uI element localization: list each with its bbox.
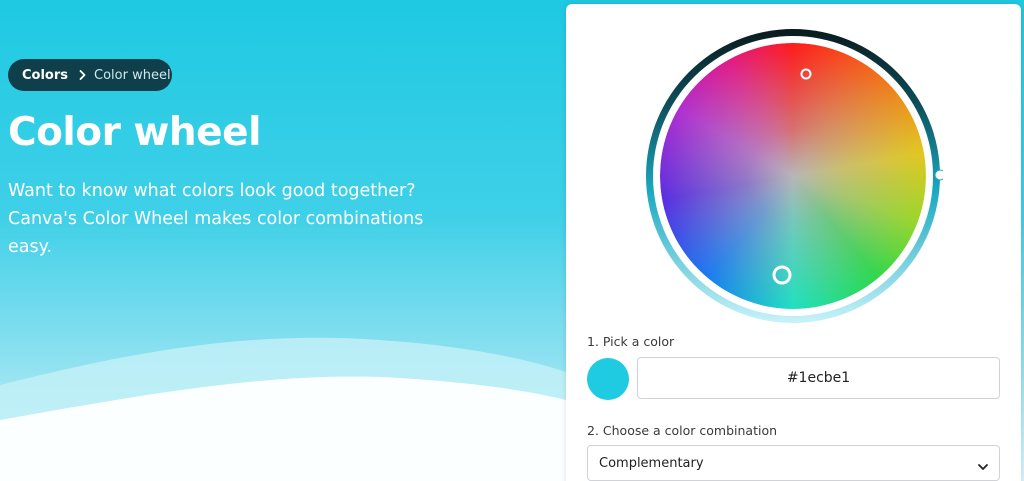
hue-wheel[interactable] <box>660 43 926 309</box>
chevron-right-icon <box>79 70 86 80</box>
page-title: Color wheel <box>8 110 261 155</box>
description-line: Want to know what colors look good toget… <box>8 181 416 201</box>
chevron-down-icon <box>977 458 989 470</box>
page-description: Want to know what colors look good toget… <box>8 177 448 261</box>
brightness-handle[interactable] <box>934 169 943 181</box>
description-line: Canva's Color Wheel makes color combinat… <box>8 209 424 229</box>
breadcrumb-current: Color wheel <box>94 67 171 83</box>
description-line: easy. <box>8 237 53 257</box>
step1-label: 1. Pick a color <box>587 334 675 349</box>
step2-label: 2. Choose a color combination <box>587 423 778 438</box>
breadcrumb-link-colors[interactable]: Colors <box>22 68 68 83</box>
color-wheel[interactable] <box>643 26 943 326</box>
color-swatch[interactable] <box>587 358 629 400</box>
combination-selected-value: Complementary <box>599 455 704 471</box>
hex-color-input[interactable] <box>637 357 1000 399</box>
combination-select[interactable]: Complementary <box>587 445 1000 481</box>
breadcrumb: Colors Color wheel <box>8 59 172 91</box>
